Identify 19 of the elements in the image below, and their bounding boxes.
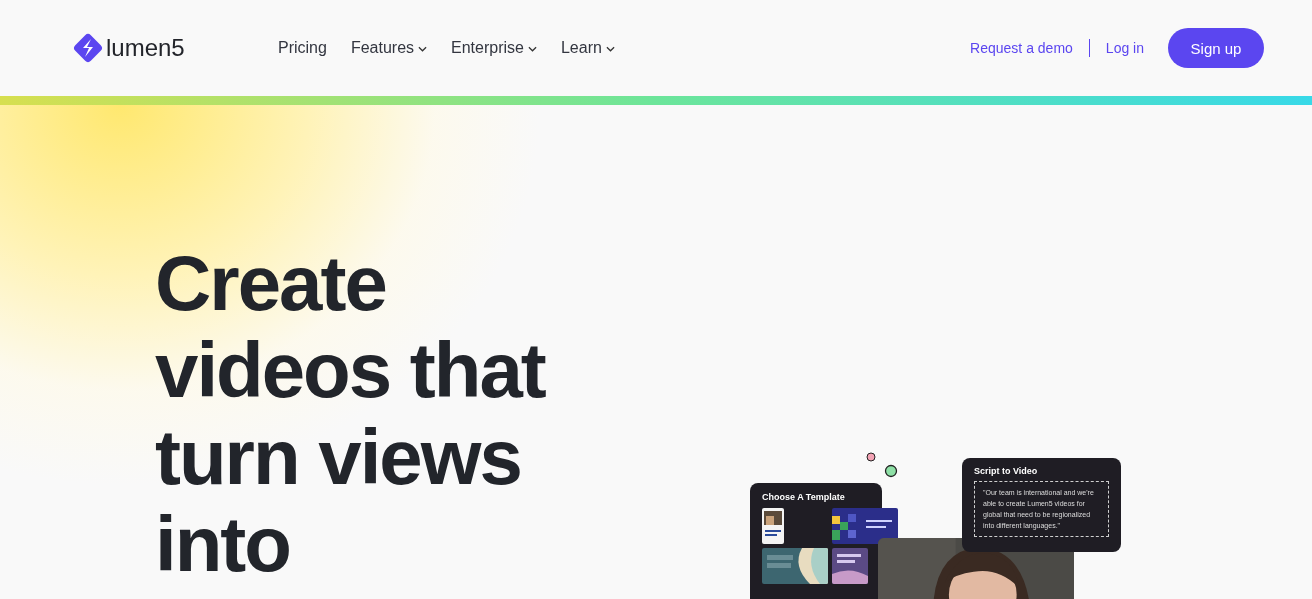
headline-line: turn views	[155, 414, 522, 501]
logo-text[interactable]: lumen5	[106, 34, 185, 62]
log-in-link[interactable]: Log in	[1105, 40, 1144, 56]
nav-link[interactable]: Pricing	[278, 39, 327, 57]
sign-up-button[interactable]: Sign up	[1168, 28, 1264, 68]
card-title: Choose A Template	[762, 492, 846, 502]
headline-line: Create	[155, 240, 387, 327]
nav-link[interactable]: Features	[350, 39, 428, 57]
headline-line: into	[155, 501, 291, 588]
headline-line: videos that	[155, 327, 547, 414]
chevron-icon	[418, 46, 428, 52]
request-demo-link[interactable]: Request a demo	[970, 40, 1073, 56]
dot-icon	[866, 452, 876, 462]
card-title: Script to Video	[974, 466, 1039, 476]
dot-icon	[884, 464, 898, 478]
chevron-icon	[527, 46, 537, 52]
nav-link[interactable]: Enterprise	[451, 39, 537, 57]
nav-link[interactable]: Learn	[560, 39, 615, 57]
chevron-icon	[605, 46, 615, 52]
